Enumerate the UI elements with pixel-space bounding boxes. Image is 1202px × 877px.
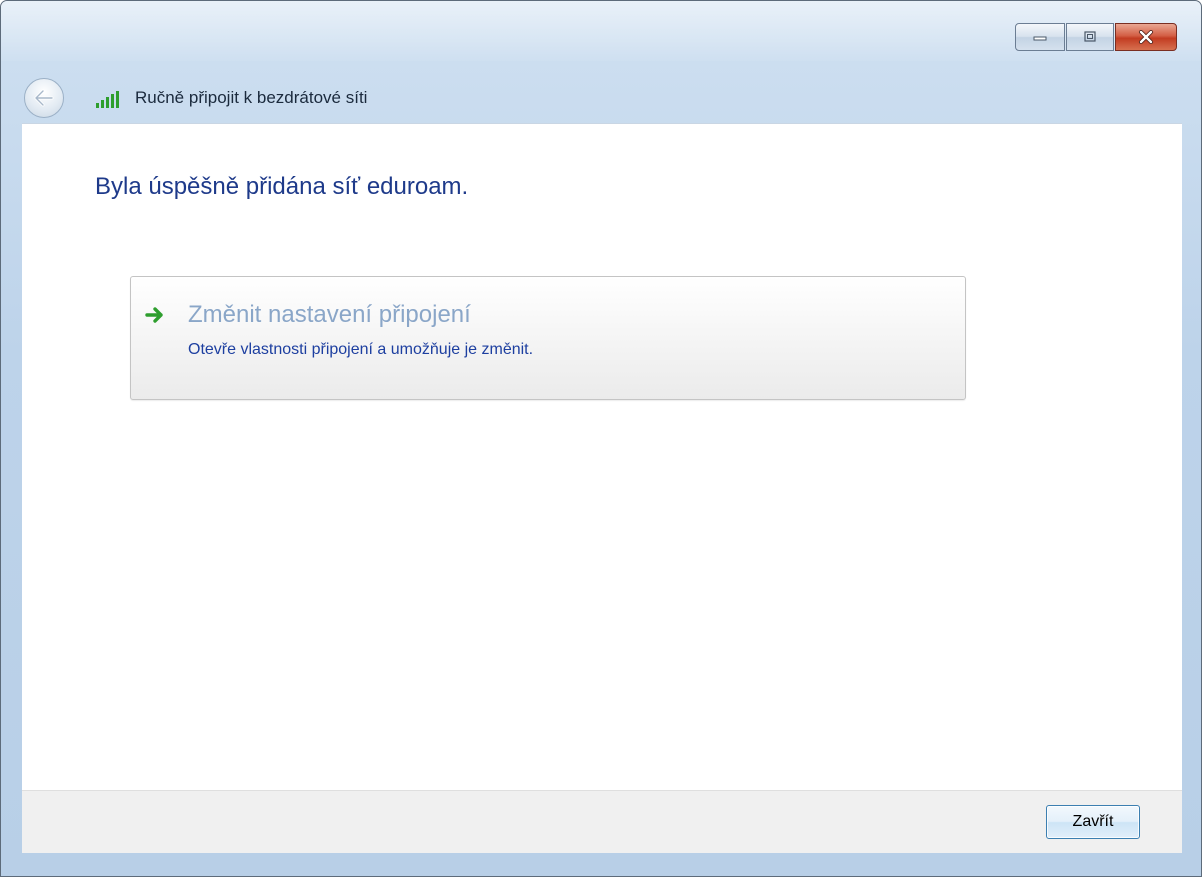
wireless-signal-icon [96, 91, 119, 108]
close-icon [1139, 30, 1153, 44]
wizard-footer: Zavřít [22, 790, 1182, 853]
green-arrow-icon [145, 307, 163, 323]
link-title: Změnit nastavení připojení [188, 301, 471, 328]
close-button[interactable]: Zavřít [1046, 805, 1140, 839]
change-connection-settings-link[interactable]: Změnit nastavení připojení Otevře vlastn… [130, 276, 966, 400]
wizard-content: Byla úspěšně přidána síť eduroam. Změnit… [22, 123, 1182, 790]
minimize-button[interactable] [1015, 23, 1065, 51]
back-button[interactable] [24, 78, 64, 118]
maximize-icon [1084, 31, 1096, 42]
back-arrow-icon [34, 89, 54, 107]
wizard-nav-bar: Ručně připojit k bezdrátové síti [1, 73, 1201, 123]
page-title: Byla úspěšně přidána síť eduroam. [95, 173, 469, 200]
maximize-button[interactable] [1066, 23, 1114, 51]
minimize-icon [1033, 36, 1047, 41]
close-window-button[interactable] [1115, 23, 1177, 51]
caption-buttons [1015, 23, 1177, 51]
window-title: Ručně připojit k bezdrátové síti [135, 88, 368, 107]
link-description: Otevře vlastnosti připojení a umožňuje j… [188, 341, 534, 358]
wizard-window: Ručně připojit k bezdrátové síti Byla ús… [0, 0, 1202, 877]
